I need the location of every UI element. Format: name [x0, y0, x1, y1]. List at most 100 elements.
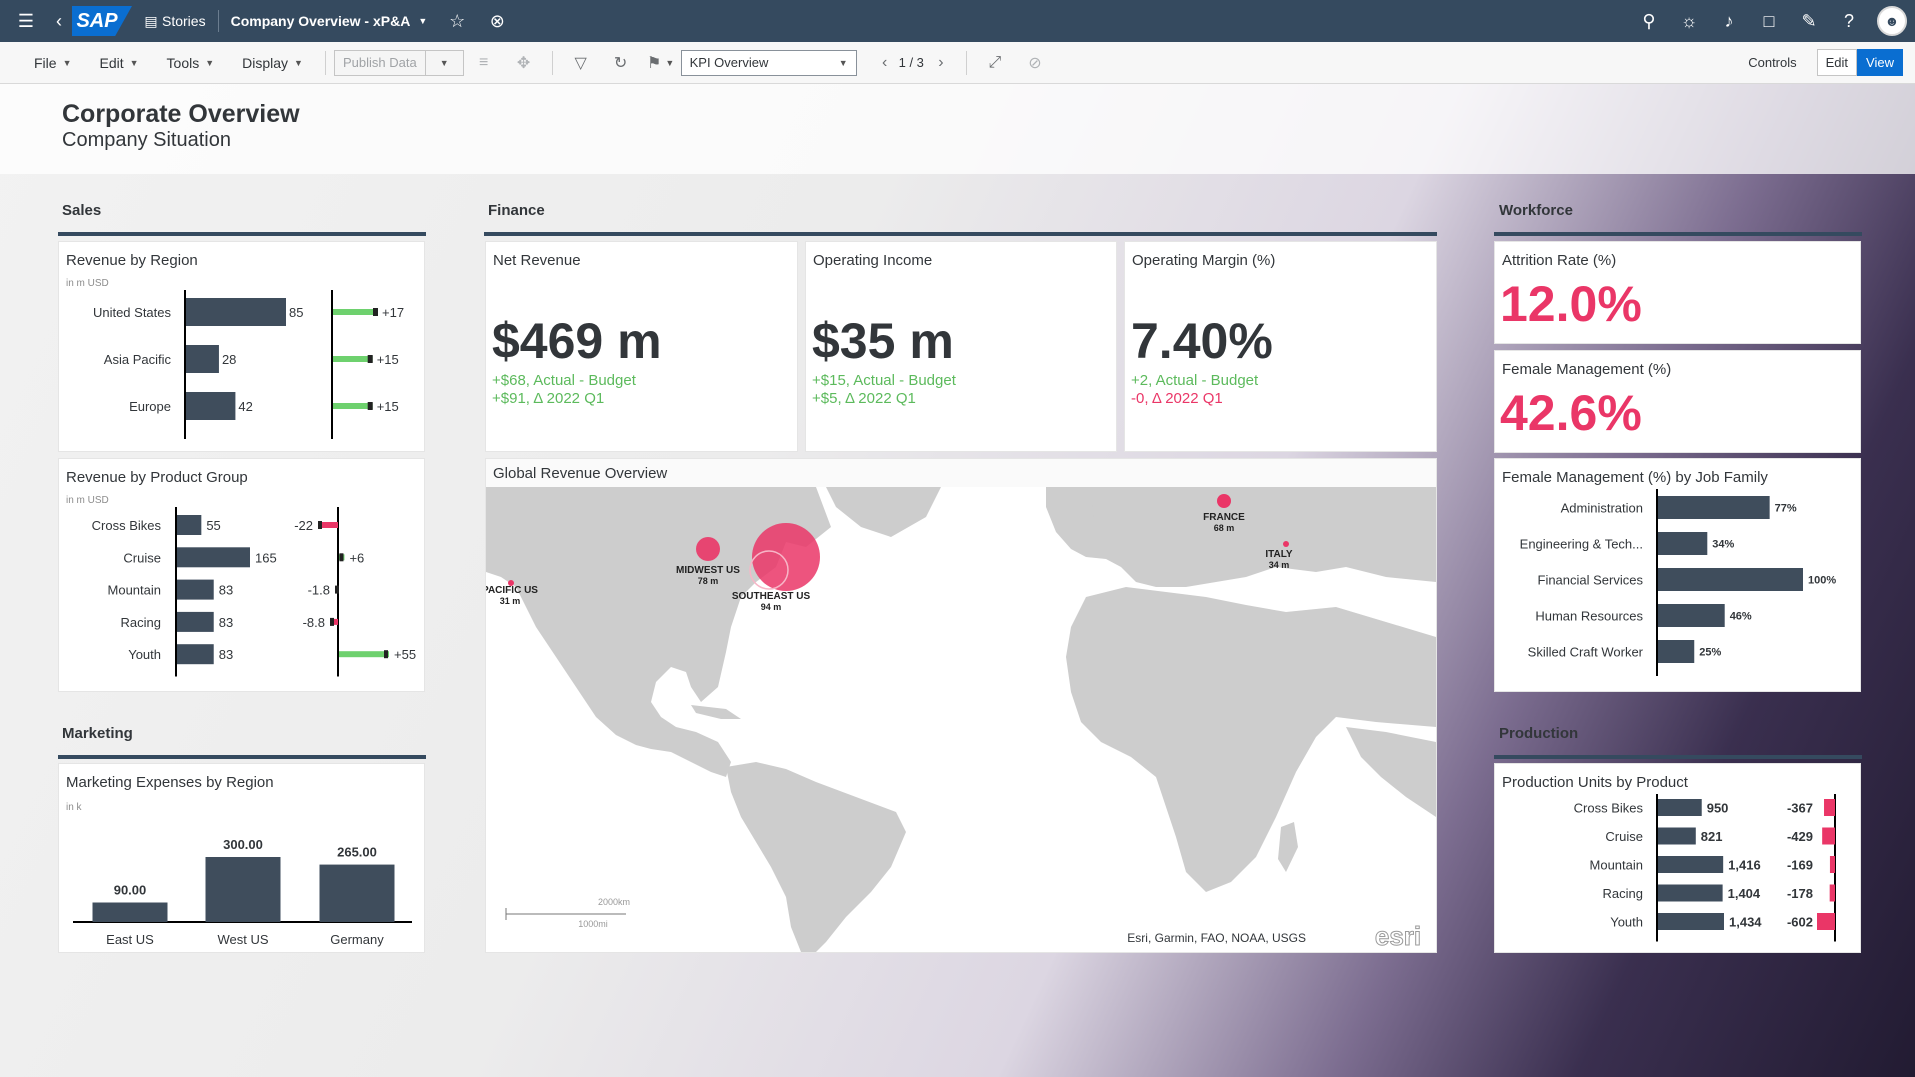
map-bubble-midwest[interactable] — [696, 537, 720, 561]
publish-chevron-down-icon[interactable]: ▼ — [424, 50, 463, 75]
operating-margin-tile[interactable]: Operating Margin (%) 7.40% +2, Actual - … — [1124, 241, 1437, 452]
bar — [1658, 799, 1702, 816]
map-bubble-italy[interactable] — [1283, 541, 1289, 547]
lightbulb-icon[interactable]: ☼ — [1669, 0, 1709, 42]
operating-income-tile[interactable]: Operating Income $35 m +$15, Actual - Bu… — [805, 241, 1117, 452]
controls-button[interactable]: Controls — [1748, 55, 1796, 70]
map-value-midwest: 78 m — [698, 576, 719, 586]
check-circle-icon[interactable]: ⊘ — [1015, 47, 1055, 79]
fullscreen-icon[interactable]: ⤢ — [975, 47, 1015, 79]
display-menu[interactable]: Display ▼ — [228, 55, 317, 71]
toolbar-divider — [551, 50, 553, 75]
toolbar-divider — [965, 50, 967, 75]
map-value-southeast: 94 m — [761, 602, 782, 612]
female-management-tile[interactable]: Female Management (%) 42.6% — [1494, 350, 1861, 453]
chevron-down-icon: ▼ — [129, 57, 139, 68]
drill-icon[interactable]: ✥ — [504, 47, 544, 79]
revenue-by-product-tile[interactable]: Revenue by Product Group in m USD Cross … — [58, 458, 425, 692]
favorite-star-icon[interactable]: ☆ — [437, 0, 477, 42]
map-value-france: 68 m — [1214, 523, 1235, 533]
world-map[interactable]: MIDWEST US 78 m SOUTHEAST US 94 m PACIFI… — [486, 487, 1436, 952]
close-circle-icon[interactable]: ⊗ — [477, 0, 517, 42]
bar-value: 100% — [1808, 575, 1836, 587]
bar — [186, 345, 219, 373]
view-mode-button[interactable]: View — [1857, 49, 1903, 76]
sap-logo[interactable]: SAP — [72, 6, 132, 36]
map-label-france: FRANCE — [1203, 512, 1245, 523]
delta-value: +17 — [382, 305, 404, 320]
story-title[interactable]: Company Overview - xP&A — [231, 13, 411, 29]
map-label-pacific: PACIFIC US — [486, 585, 538, 596]
revenue-by-region-tile[interactable]: Revenue by Region in m USD United States… — [58, 241, 425, 452]
page-title: Corporate Overview — [62, 100, 300, 128]
delta-bar — [1829, 884, 1835, 902]
edit-menu[interactable]: Edit ▼ — [85, 55, 152, 71]
category-label: Human Resources — [1535, 609, 1643, 624]
section-marketing-line — [58, 755, 426, 759]
next-page-icon[interactable]: › — [924, 47, 958, 79]
map-bubble-france[interactable] — [1217, 494, 1231, 508]
tile-title: Revenue by Region — [66, 252, 198, 269]
category-label: Cross Bikes — [92, 518, 162, 533]
category-label: East US — [106, 932, 154, 947]
category-label: Mountain — [1590, 858, 1643, 873]
operating-income-variance-q1: +$5, Δ 2022 Q1 — [812, 390, 916, 407]
bookmark-icon[interactable]: ⚑ ▼ — [641, 47, 681, 79]
bar-value: 1,416 — [1728, 858, 1761, 873]
net-revenue-tile[interactable]: Net Revenue $469 m +$68, Actual - Budget… — [485, 241, 798, 452]
net-revenue-value: $469 m — [492, 313, 662, 369]
publish-data-label: Publish Data — [342, 55, 417, 70]
discussion-icon[interactable]: □ — [1749, 0, 1789, 42]
net-revenue-variance-q1: +$91, Δ 2022 Q1 — [492, 390, 605, 407]
publish-data-button[interactable]: Publish Data ▼ — [333, 49, 464, 76]
title-chevron-down-icon[interactable]: ▼ — [418, 16, 427, 26]
bar — [177, 547, 250, 568]
bar-value: 1,404 — [1728, 886, 1761, 901]
global-revenue-map-tile[interactable]: Global Revenue Overview MIDWEST US 78 m … — [485, 458, 1437, 953]
chevron-down-icon: ▼ — [838, 57, 848, 68]
back-icon[interactable]: ‹ — [46, 0, 72, 42]
bar — [177, 579, 214, 600]
edit-mode-button[interactable]: Edit — [1816, 49, 1858, 76]
delta-value: -1.8 — [308, 583, 330, 598]
refresh-icon[interactable]: ↻ — [601, 47, 641, 79]
section-finance: Finance — [488, 202, 545, 219]
feedback-icon[interactable]: ✎ — [1789, 0, 1829, 42]
tile-title: Female Management (%) by Job Family — [1502, 469, 1768, 486]
tile-unit: in m USD — [66, 278, 109, 289]
chevron-down-icon: ▼ — [294, 57, 303, 68]
category-label: Cross Bikes — [1574, 801, 1644, 816]
attrition-rate-tile[interactable]: Attrition Rate (%) 12.0% — [1494, 241, 1861, 344]
hamburger-menu-icon[interactable]: ☰ — [6, 0, 46, 42]
delta-bar — [333, 403, 373, 409]
previous-page-icon[interactable]: ‹ — [871, 47, 899, 79]
delta-bar — [1824, 799, 1835, 816]
delta-marker — [330, 617, 334, 626]
tools-menu[interactable]: Tools ▼ — [153, 55, 229, 71]
stories-link[interactable]: Stories — [162, 13, 206, 29]
shell-divider — [217, 10, 219, 32]
tile-title: Production Units by Product — [1502, 774, 1688, 791]
delta-marker — [318, 521, 322, 529]
page-select[interactable]: KPI Overview ▼ — [680, 49, 857, 76]
delta-bar — [333, 356, 373, 362]
section-workforce: Workforce — [1499, 202, 1573, 219]
marketing-expenses-tile[interactable]: Marketing Expenses by Region in k 90.00 E… — [58, 763, 425, 953]
category-label: Racing — [1603, 886, 1643, 901]
notification-bell-icon[interactable]: ♪ — [1709, 0, 1749, 42]
filter-icon[interactable]: ▽ — [561, 47, 601, 79]
sort-icon[interactable]: ≡ — [464, 47, 504, 79]
section-workforce-line — [1494, 232, 1862, 236]
file-menu[interactable]: File ▼ — [20, 55, 85, 71]
search-icon[interactable]: ⚲ — [1629, 0, 1669, 42]
user-avatar[interactable]: ☻ — [1877, 6, 1907, 36]
map-bubble-southeast[interactable] — [752, 523, 820, 591]
delta-value: -8.8 — [303, 615, 325, 630]
edit-view-toggle: Edit View — [1816, 49, 1903, 76]
bar — [1658, 496, 1770, 519]
bar — [319, 864, 395, 922]
help-icon[interactable]: ? — [1829, 0, 1869, 42]
job-family-tile[interactable]: Female Management (%) by Job Family Admi… — [1494, 458, 1861, 692]
production-units-tile[interactable]: Production Units by Product Cross Bikes 9… — [1494, 763, 1861, 953]
bar-value: 42 — [238, 399, 252, 414]
